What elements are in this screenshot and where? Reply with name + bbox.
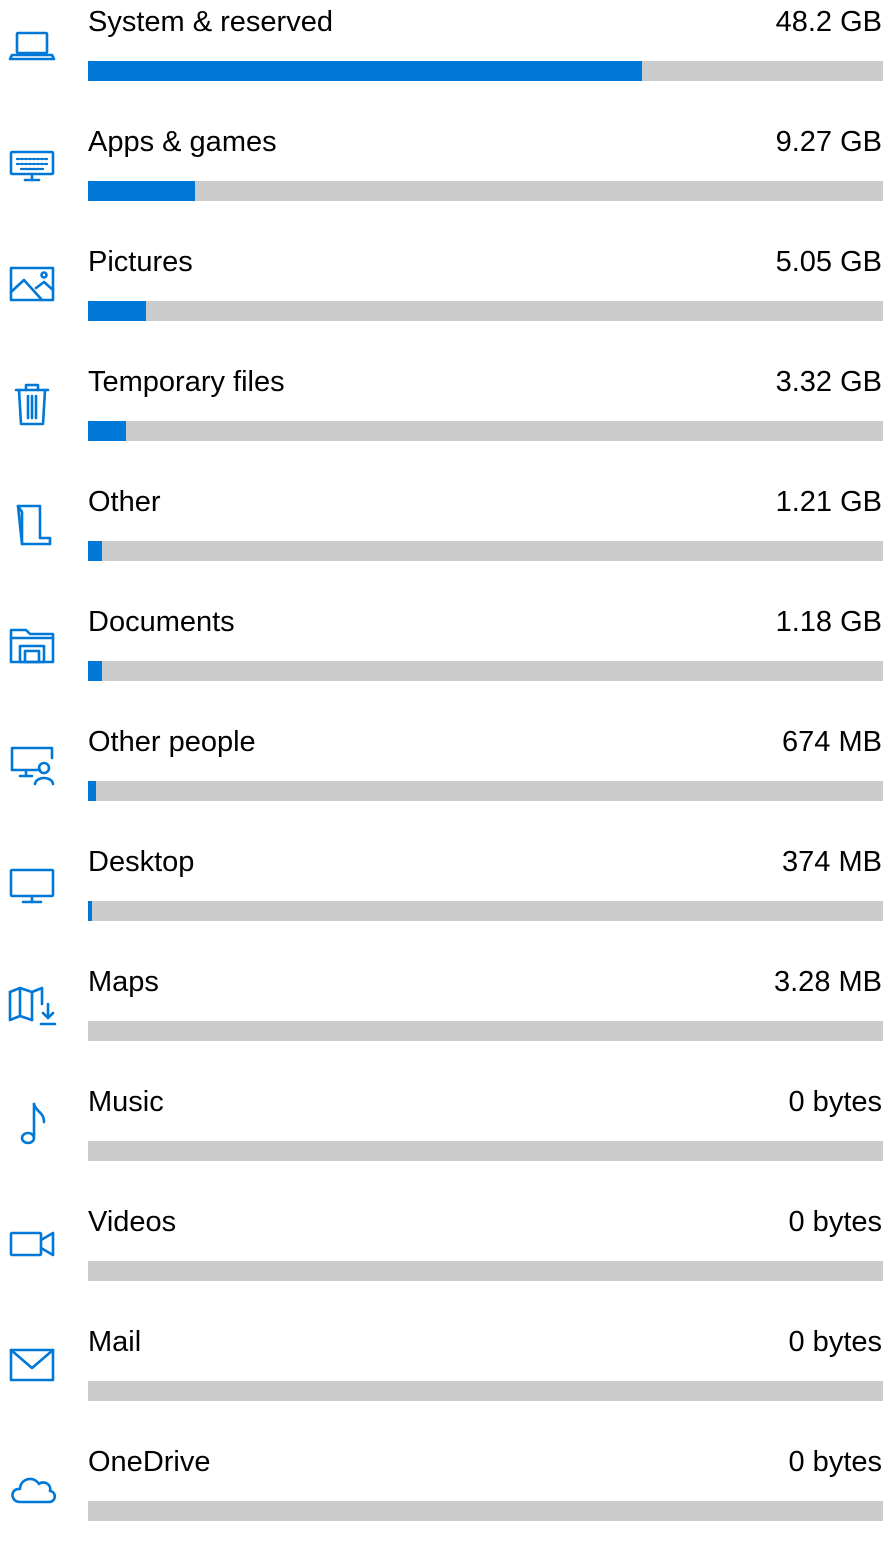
laptop-icon bbox=[6, 18, 58, 70]
category-size: 0 bytes bbox=[788, 1206, 883, 1238]
category-size: 0 bytes bbox=[788, 1326, 883, 1358]
storage-category-row[interactable]: System & reserved 48.2 GB bbox=[0, 0, 887, 120]
usage-bar bbox=[88, 181, 883, 201]
usage-bar bbox=[88, 1261, 883, 1281]
storage-category-row[interactable]: Documents 1.18 GB bbox=[0, 600, 887, 720]
storage-category-row[interactable]: Desktop 374 MB bbox=[0, 840, 887, 960]
category-label: Temporary files bbox=[88, 366, 285, 398]
category-label: System & reserved bbox=[88, 6, 333, 38]
usage-bar bbox=[88, 661, 883, 681]
category-size: 48.2 GB bbox=[775, 6, 882, 38]
cloud-icon bbox=[6, 1458, 58, 1510]
usage-bar bbox=[88, 421, 883, 441]
storage-category-row[interactable]: Maps 3.28 MB bbox=[0, 960, 887, 1080]
usage-bar-fill bbox=[88, 901, 92, 921]
category-label: Other bbox=[88, 486, 161, 518]
category-size: 3.28 MB bbox=[774, 966, 882, 998]
category-label: Mail bbox=[88, 1326, 142, 1358]
category-size: 374 MB bbox=[782, 846, 882, 878]
usage-bar-fill bbox=[88, 61, 642, 81]
monitor-person-icon bbox=[6, 738, 58, 790]
category-label: Apps & games bbox=[88, 126, 277, 158]
usage-bar bbox=[88, 901, 883, 921]
category-label: Music bbox=[88, 1086, 164, 1118]
usage-bar-fill bbox=[88, 781, 96, 801]
desktop-monitor-icon bbox=[6, 858, 58, 910]
usage-bar-fill bbox=[88, 421, 126, 441]
documents-folder-icon bbox=[6, 618, 58, 670]
category-size: 0 bytes bbox=[788, 1446, 883, 1478]
usage-bar bbox=[88, 1141, 883, 1161]
trash-icon bbox=[6, 378, 58, 430]
storage-category-row[interactable]: OneDrive 0 bytes bbox=[0, 1440, 887, 1560]
usage-bar bbox=[88, 301, 883, 321]
mail-envelope-icon bbox=[6, 1338, 58, 1390]
category-label: Pictures bbox=[88, 246, 193, 278]
category-label: Videos bbox=[88, 1206, 177, 1238]
storage-category-row[interactable]: Pictures 5.05 GB bbox=[0, 240, 887, 360]
music-note-icon bbox=[6, 1098, 58, 1150]
storage-category-row[interactable]: Other people 674 MB bbox=[0, 720, 887, 840]
usage-bar-fill bbox=[88, 301, 146, 321]
category-size: 674 MB bbox=[782, 726, 882, 758]
usage-bar-fill bbox=[88, 661, 102, 681]
storage-category-row[interactable]: Videos 0 bytes bbox=[0, 1200, 887, 1320]
usage-bar bbox=[88, 61, 883, 81]
usage-bar bbox=[88, 541, 883, 561]
usage-bar bbox=[88, 1501, 883, 1521]
usage-bar-fill bbox=[88, 181, 195, 201]
usage-bar-fill bbox=[88, 541, 102, 561]
storage-category-row[interactable]: Other 1.21 GB bbox=[0, 480, 887, 600]
folded-page-icon bbox=[6, 498, 58, 550]
category-size: 1.18 GB bbox=[775, 606, 882, 638]
category-size: 0 bytes bbox=[788, 1086, 883, 1118]
keyboard-monitor-icon bbox=[6, 138, 58, 190]
category-size: 1.21 GB bbox=[775, 486, 882, 518]
category-size: 5.05 GB bbox=[775, 246, 882, 278]
picture-icon bbox=[6, 258, 58, 310]
category-size: 9.27 GB bbox=[775, 126, 882, 158]
usage-bar bbox=[88, 1381, 883, 1401]
storage-category-row[interactable]: Apps & games 9.27 GB bbox=[0, 120, 887, 240]
video-camera-icon bbox=[6, 1218, 58, 1270]
category-label: Maps bbox=[88, 966, 159, 998]
usage-bar bbox=[88, 781, 883, 801]
category-size: 3.32 GB bbox=[775, 366, 882, 398]
storage-category-row[interactable]: Temporary files 3.32 GB bbox=[0, 360, 887, 480]
storage-category-row[interactable]: Music 0 bytes bbox=[0, 1080, 887, 1200]
usage-bar bbox=[88, 1021, 883, 1041]
category-label: Desktop bbox=[88, 846, 195, 878]
storage-category-row[interactable]: Mail 0 bytes bbox=[0, 1320, 887, 1440]
category-label: Other people bbox=[88, 726, 256, 758]
category-label: Documents bbox=[88, 606, 235, 638]
map-download-icon bbox=[6, 978, 58, 1030]
category-label: OneDrive bbox=[88, 1446, 211, 1478]
